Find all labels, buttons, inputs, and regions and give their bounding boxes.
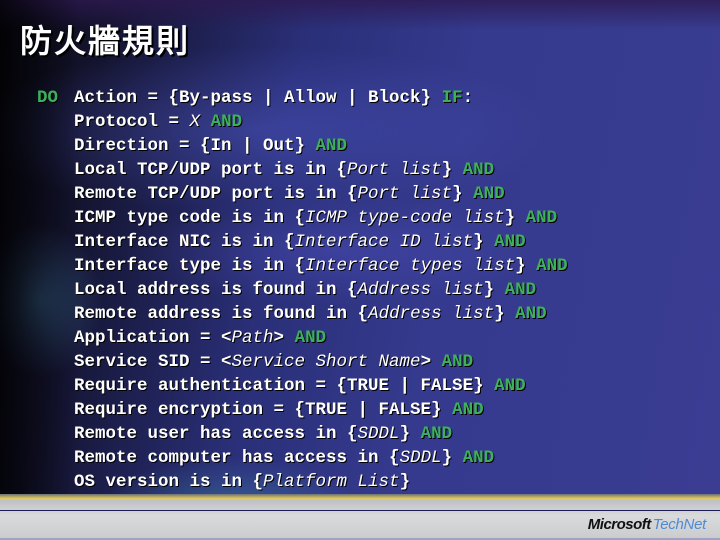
logo-brand: Microsoft <box>587 516 652 533</box>
placeholder-term: Path <box>231 328 274 348</box>
rule-text: } <box>504 208 526 228</box>
rule-text: Interface NIC is in { <box>74 232 295 252</box>
placeholder-term: Platform List <box>263 472 400 492</box>
rule-text: Protocol = <box>74 112 190 132</box>
rule-line: Service SID = <Service Short Name> AND <box>37 350 568 374</box>
rule-text: Service SID = < <box>74 352 232 372</box>
keyword: AND <box>420 424 453 444</box>
rule-text: } <box>473 232 495 252</box>
placeholder-term: Interface types list <box>305 256 516 276</box>
rule-line: Interface NIC is in {Interface ID list} … <box>37 230 568 254</box>
placeholder-term: Port list <box>347 160 442 180</box>
rule-text: } <box>399 472 411 492</box>
placeholder-term: Interface ID list <box>294 232 474 252</box>
do-keyword: DO <box>37 88 59 108</box>
rule-text: Local TCP/UDP port is in { <box>74 160 348 180</box>
rule-text: } <box>483 280 505 300</box>
rule-text: } <box>441 160 463 180</box>
firewall-rule-syntax: DO Action = {By-pass | Allow | Block} IF:… <box>37 86 568 494</box>
rule-text: } <box>441 448 463 468</box>
keyword: AND <box>315 136 348 156</box>
rule-text: OS version is in { <box>74 472 264 492</box>
rule-text: ICMP type code is in { <box>74 208 306 228</box>
rule-line: Require authentication = {TRUE | FALSE} … <box>37 374 568 398</box>
rule-line: Remote TCP/UDP port is in {Port list} AN… <box>37 182 568 206</box>
keyword: AND <box>525 208 558 228</box>
rule-text: : <box>462 88 474 108</box>
rule-line: Local address is found in {Address list}… <box>37 278 568 302</box>
placeholder-term: Port list <box>357 184 453 204</box>
rule-line: Interface type is in {Interface types li… <box>37 254 568 278</box>
slide-background: 防火牆規則 DO Action = {By-pass | Allow | Bloc… <box>0 0 720 540</box>
keyword: AND <box>441 352 474 372</box>
keyword: AND <box>462 160 495 180</box>
slide-title: 防火牆規則 <box>20 22 191 60</box>
rule-text: Remote computer has access in { <box>74 448 400 468</box>
rule-line: Protocol = X AND <box>37 110 568 134</box>
rule-text <box>200 112 211 132</box>
microsoft-technet-logo: Microsoft TechNet <box>587 516 707 533</box>
rule-text: Application = < <box>74 328 232 348</box>
rule-text: Require encryption = {TRUE | FALSE} <box>74 400 453 420</box>
keyword: AND <box>504 280 537 300</box>
placeholder-term: Service Short Name <box>231 352 421 372</box>
keyword: AND <box>452 400 484 420</box>
placeholder-term: Address list <box>357 280 484 300</box>
rule-text: } <box>515 256 537 276</box>
rule-text: } <box>399 424 421 444</box>
rule-text: } <box>452 184 474 204</box>
keyword: IF <box>441 88 463 108</box>
footer-divider <box>0 510 720 511</box>
placeholder-term: SDDL <box>357 424 400 444</box>
keyword: AND <box>462 448 495 468</box>
rule-line: DO Action = {By-pass | Allow | Block} IF: <box>37 86 568 110</box>
rule-line: Remote user has access in {SDDL} AND <box>37 422 568 446</box>
keyword: AND <box>473 184 505 204</box>
placeholder-term: ICMP type-code list <box>305 208 505 228</box>
keyword: AND <box>210 112 243 132</box>
rule-line: Local TCP/UDP port is in {Port list} AND <box>37 158 568 182</box>
rule-text: Remote TCP/UDP port is in { <box>74 184 358 204</box>
rule-line: Remote address is found in {Address list… <box>37 302 568 326</box>
placeholder-term: SDDL <box>399 448 442 468</box>
rule-line: Direction = {In | Out} AND <box>37 134 568 158</box>
keyword: AND <box>536 256 568 276</box>
keyword: AND <box>494 232 526 252</box>
keyword: AND <box>515 304 547 324</box>
placeholder-term: X <box>189 112 201 132</box>
keyword: AND <box>494 376 526 396</box>
rule-text: Action = {By-pass | Allow | Block} <box>74 88 442 108</box>
rule-text: Remote address is found in { <box>74 304 369 324</box>
rule-text: > <box>273 328 295 348</box>
rule-text: Interface type is in { <box>74 256 306 276</box>
rule-text: Local address is found in { <box>74 280 358 300</box>
rule-text: Remote user has access in { <box>74 424 358 444</box>
logo-product: TechNet <box>652 516 707 533</box>
rule-text: Direction = {In | Out} <box>74 136 316 156</box>
rule-text: Require authentication = {TRUE | FALSE} <box>74 376 495 396</box>
rule-text: } <box>494 304 516 324</box>
placeholder-term: Address list <box>368 304 495 324</box>
rule-line: Remote computer has access in {SDDL} AND <box>37 446 568 470</box>
rule-line: Application = <Path> AND <box>37 326 568 350</box>
keyword: AND <box>294 328 327 348</box>
rule-line: Require encryption = {TRUE | FALSE} AND <box>37 398 568 422</box>
rule-line: OS version is in {Platform List} <box>37 470 568 494</box>
rule-line: ICMP type code is in {ICMP type-code lis… <box>37 206 568 230</box>
rule-text: > <box>420 352 442 372</box>
